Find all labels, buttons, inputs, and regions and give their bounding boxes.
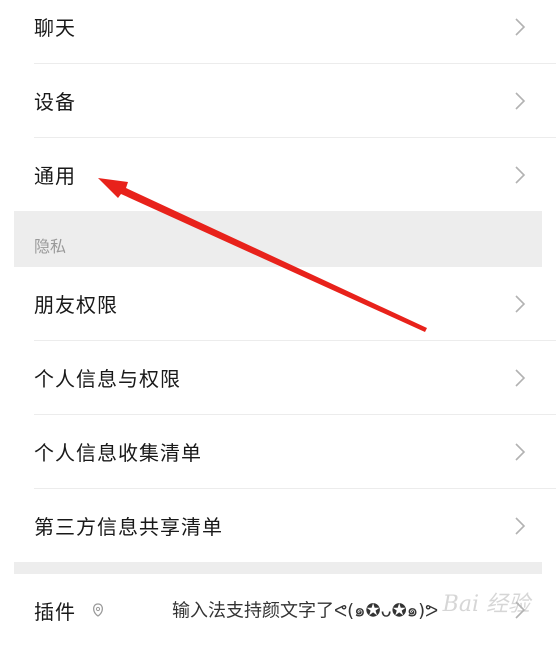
settings-row-label: 个人信息收集清单: [34, 441, 202, 465]
section-gap: [14, 562, 542, 574]
chevron-right-icon: [515, 442, 526, 461]
plugin-icon: [93, 603, 103, 617]
settings-row-label: 设备: [34, 90, 76, 114]
chevron-right-icon: [515, 17, 526, 36]
settings-row-label: 通用: [34, 164, 76, 188]
chevron-right-icon: [515, 516, 526, 535]
settings-row-personal-info-permissions[interactable]: 个人信息与权限: [14, 341, 542, 414]
settings-row-chat[interactable]: 聊天: [14, 0, 542, 63]
chevron-right-icon: [515, 294, 526, 313]
settings-row-devices[interactable]: 设备: [14, 64, 542, 137]
settings-panel: 聊天 设备 通用 隐私 朋友权限 个人信息与权限 个人信息收集清单 第三方信息共…: [14, 0, 556, 646]
settings-row-general[interactable]: 通用: [14, 138, 542, 211]
settings-row-label: 个人信息与权限: [34, 367, 181, 391]
settings-row-label: 插件: [34, 599, 76, 624]
settings-row-personal-info-collection[interactable]: 个人信息收集清单: [14, 415, 542, 488]
chevron-right-icon: [515, 368, 526, 387]
settings-row-third-party-sharing[interactable]: 第三方信息共享清单: [14, 489, 542, 562]
settings-row-label: 朋友权限: [34, 293, 118, 317]
plugin-status-text: 输入法支持颜文字了ᕙ(๑✪ᴗ✪๑)ᕗ: [172, 600, 439, 622]
section-title: 隐私: [34, 237, 67, 256]
settings-row-friend-permissions[interactable]: 朋友权限: [14, 267, 542, 340]
chevron-right-icon: [515, 601, 526, 619]
chevron-right-icon: [515, 91, 526, 110]
chevron-right-icon: [515, 165, 526, 184]
privacy-section-header: 隐私: [14, 211, 542, 267]
settings-row-label: 聊天: [34, 16, 76, 40]
settings-row-label: 第三方信息共享清单: [34, 515, 223, 539]
settings-row-plugins[interactable]: 插件 输入法支持颜文字了ᕙ(๑✪ᴗ✪๑)ᕗ: [14, 574, 542, 646]
